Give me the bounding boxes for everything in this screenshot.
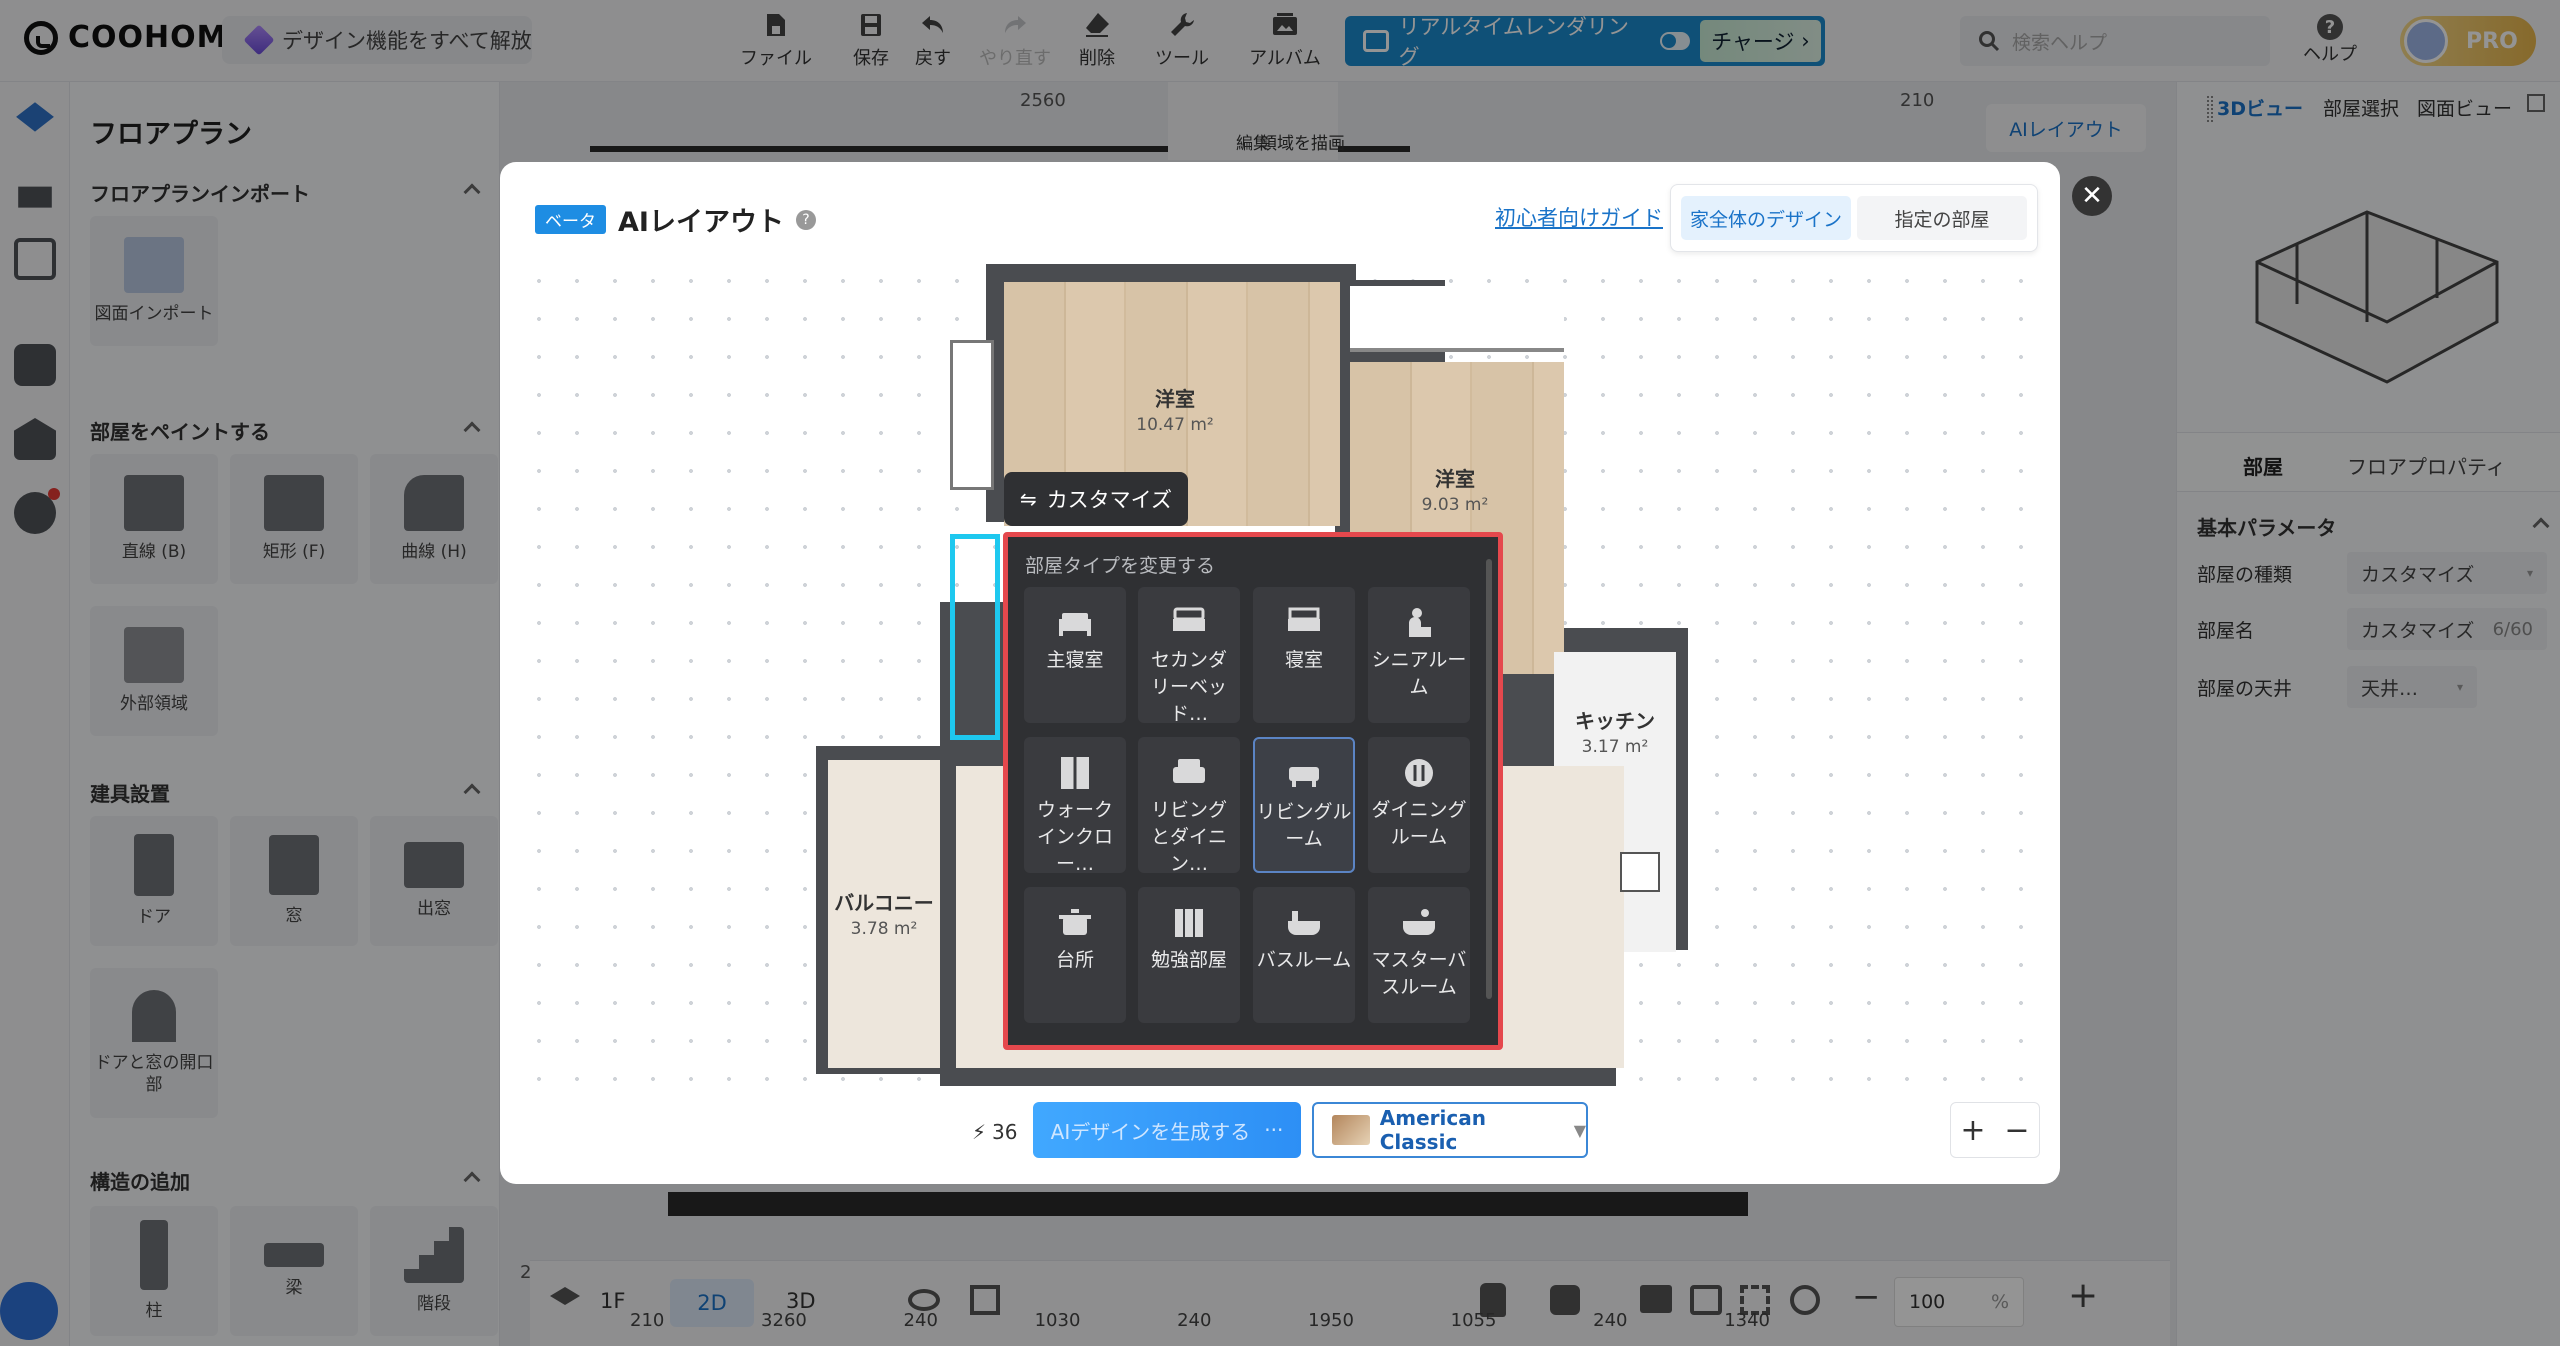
zoom-in-button[interactable]: + <box>1960 1113 1985 1148</box>
pot-icon <box>1057 907 1093 939</box>
specific-room-tab[interactable]: 指定の部屋 <box>1857 196 2027 240</box>
closet-icon <box>1057 757 1093 789</box>
bed-icon <box>1286 607 1322 639</box>
style-thumbnail <box>1332 1115 1370 1145</box>
dining-icon <box>1401 757 1437 789</box>
generate-ai-design-button[interactable]: AIデザインを生成する ··· <box>1033 1102 1301 1158</box>
room-type-master-bedroom[interactable]: 主寝室 <box>1024 587 1126 723</box>
room-type-secondary-bedroom[interactable]: セカンダリーベッド… <box>1138 587 1240 725</box>
beta-badge: ベータ <box>535 205 606 234</box>
customize-room-pill[interactable]: ⇋ カスタマイズ <box>1004 472 1188 526</box>
room-type-bathroom[interactable]: バスルーム <box>1253 887 1355 1023</box>
beginner-guide-link[interactable]: 初心者向けガイド <box>1495 202 1663 232</box>
sofa-icon <box>1171 757 1207 789</box>
room-type-senior-room[interactable]: シニアルーム <box>1368 587 1470 723</box>
room-type-living-room[interactable]: リビングルーム <box>1253 737 1355 873</box>
modal-title: ベータ AIレイアウト ? <box>535 200 816 239</box>
room-type-dining-room[interactable]: ダイニングルーム <box>1368 737 1470 873</box>
swap-icon: ⇋ <box>1019 487 1037 511</box>
room-type-bedroom[interactable]: 寝室 <box>1253 587 1355 723</box>
bathtub-icon <box>1286 907 1322 939</box>
room-type-living-dining[interactable]: リビングとダイニン… <box>1138 737 1240 875</box>
room-type-study[interactable]: 勉強部屋 <box>1138 887 1240 1023</box>
close-modal-button[interactable]: ✕ <box>2072 176 2112 216</box>
room-type-master-bathroom[interactable]: マスターバスルーム <box>1368 887 1470 1023</box>
modal-zoom-control: + − <box>1950 1102 2040 1158</box>
popup-scrollbar[interactable] <box>1486 559 1492 999</box>
credits-counter: ⚡ 36 <box>972 1120 1018 1144</box>
secondary-bed-icon <box>1171 607 1207 639</box>
ai-layout-modal: ベータ AIレイアウト ? 初心者向けガイド 家全体のデザイン 指定の部屋 洋室… <box>500 162 2060 1184</box>
room-type-walk-in-closet[interactable]: ウォークインクロー… <box>1024 737 1126 875</box>
room-type-popup: 部屋タイプを変更する 主寝室 セカンダリーベッド… 寝室 シニアルーム ウォーク… <box>1003 532 1503 1050</box>
info-icon[interactable]: ? <box>795 209 816 230</box>
caret-down-icon: ▼ <box>1573 1120 1586 1140</box>
style-select[interactable]: American Classic ▼ <box>1312 1102 1588 1158</box>
master-bed-icon <box>1057 607 1093 639</box>
lightning-icon: ⚡ <box>972 1120 987 1144</box>
design-scope-switch: 家全体のデザイン 指定の部屋 <box>1670 184 2038 252</box>
close-icon: ✕ <box>2081 181 2103 211</box>
books-icon <box>1171 907 1207 939</box>
zoom-out-button[interactable]: − <box>2004 1113 2029 1148</box>
living-icon <box>1286 759 1322 791</box>
senior-icon <box>1401 607 1437 639</box>
master-bath-icon <box>1401 907 1437 939</box>
room-type-kitchen[interactable]: 台所 <box>1024 887 1126 1023</box>
whole-house-design-tab[interactable]: 家全体のデザイン <box>1681 196 1851 240</box>
